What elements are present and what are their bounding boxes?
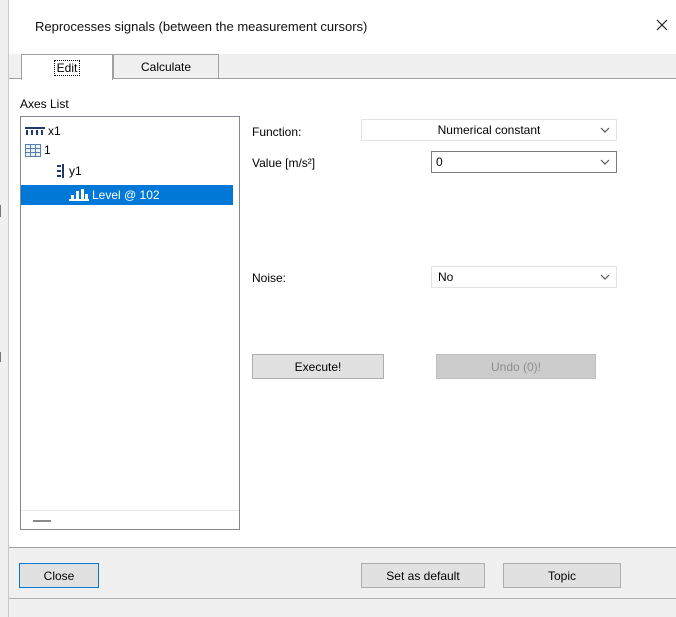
title-bar: Reprocesses signals (between the measure… xyxy=(9,0,676,54)
chevron-down-icon xyxy=(600,274,610,280)
y-axis-icon xyxy=(56,164,66,178)
table-icon xyxy=(25,143,41,157)
axes-tree[interactable]: x1 1 y1 Level @ 102 xyxy=(20,116,240,530)
execute-button[interactable]: Execute! xyxy=(252,354,384,379)
close-button[interactable]: Close xyxy=(19,563,99,588)
noise-select-value: No xyxy=(438,270,454,284)
frame-edge-tick xyxy=(0,205,1,217)
tree-item-label: Level @ 102 xyxy=(92,188,160,202)
value-combobox[interactable]: 0 xyxy=(431,151,617,173)
tab-calculate-label: Calculate xyxy=(140,60,192,74)
close-window-button[interactable] xyxy=(649,12,675,38)
noise-select[interactable]: No xyxy=(431,266,617,288)
axes-list-label: Axes List xyxy=(20,97,69,111)
tree-item-x1[interactable]: x1 xyxy=(25,121,61,141)
function-select[interactable]: Numerical constant xyxy=(361,119,617,141)
noise-label: Noise: xyxy=(252,271,287,285)
level-signal-icon xyxy=(69,189,89,201)
tree-item-label: y1 xyxy=(69,164,82,178)
chevron-down-icon xyxy=(600,159,610,165)
tree-footer xyxy=(21,510,239,529)
tree-footer-handle xyxy=(33,520,51,522)
tab-edit[interactable]: Edit xyxy=(21,54,113,80)
topic-button[interactable]: Topic xyxy=(503,563,621,588)
x-axis-icon xyxy=(25,126,45,136)
tab-edit-label: Edit xyxy=(53,59,81,76)
undo-button[interactable]: Undo (0)! xyxy=(436,354,596,379)
tree-item-label: x1 xyxy=(48,124,61,138)
function-label: Function: xyxy=(252,125,302,139)
tree-item-1[interactable]: 1 xyxy=(25,140,51,160)
close-icon xyxy=(656,19,668,31)
tree-item-label: 1 xyxy=(44,143,51,157)
value-label: Value [m/s²] xyxy=(252,156,316,170)
set-as-default-button[interactable]: Set as default xyxy=(361,563,485,588)
value-combobox-value: 0 xyxy=(436,155,443,169)
dialog-window: Reprocesses signals (between the measure… xyxy=(8,0,676,617)
chevron-down-icon xyxy=(600,127,610,133)
tab-calculate[interactable]: Calculate xyxy=(113,54,219,79)
frame-edge-tick xyxy=(0,352,1,362)
tree-item-level-102[interactable]: Level @ 102 xyxy=(21,185,233,205)
window-title: Reprocesses signals (between the measure… xyxy=(35,19,368,34)
function-select-value: Numerical constant xyxy=(437,123,541,137)
edit-panel: Axes List x1 1 y1 Level @ 102 Function: … xyxy=(9,78,676,548)
tree-item-y1[interactable]: y1 xyxy=(56,161,82,181)
status-strip xyxy=(9,598,676,617)
